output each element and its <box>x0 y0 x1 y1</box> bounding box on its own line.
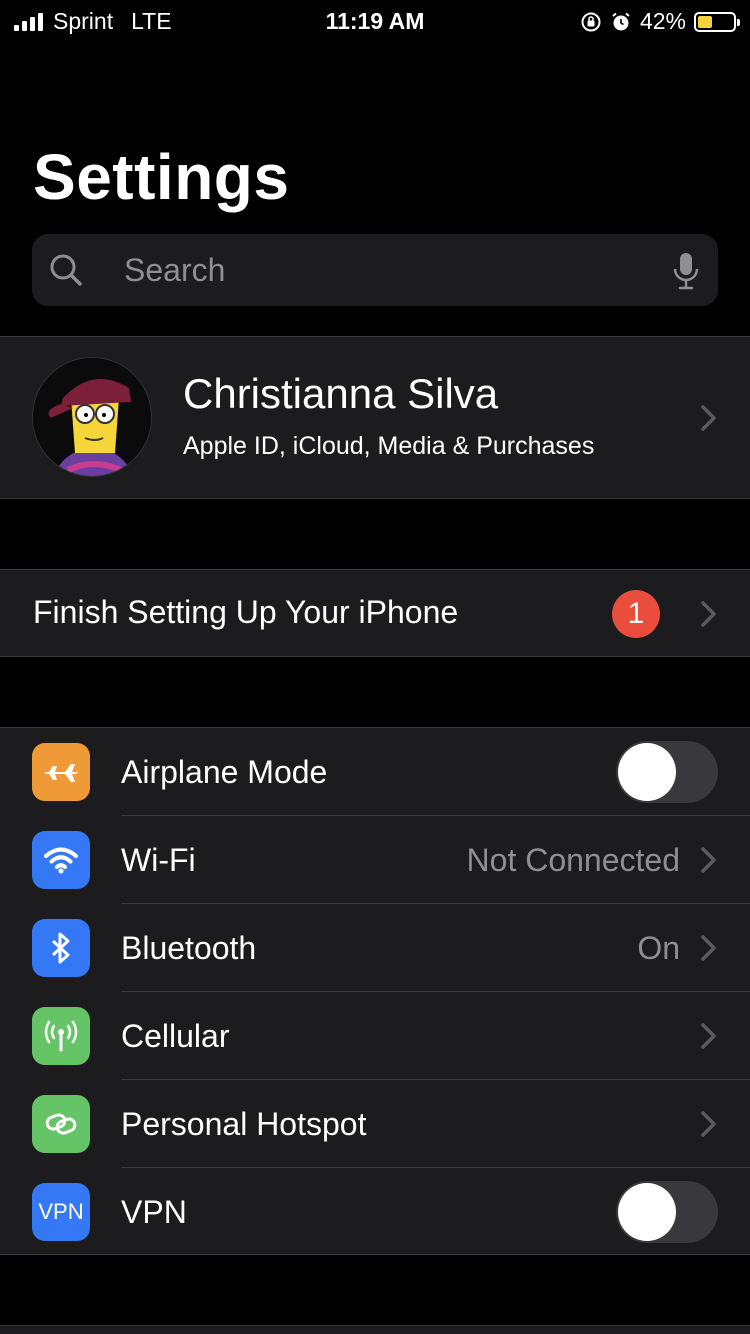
chevron-right-icon <box>701 601 716 627</box>
airplane-mode-row: Airplane Mode <box>0 728 750 816</box>
personal-hotspot-label: Personal Hotspot <box>121 1106 367 1142</box>
profile-name: Christianna Silva <box>183 370 499 417</box>
antenna-icon <box>32 1007 90 1065</box>
airplane-icon <box>32 743 90 801</box>
search-bar[interactable] <box>32 234 718 306</box>
vpn-label: VPN <box>121 1194 187 1230</box>
profile-subtitle: Apple ID, iCloud, Media & Purchases <box>183 432 595 460</box>
vpn-icon: VPN <box>32 1183 90 1241</box>
finish-setup-label: Finish Setting Up Your iPhone <box>33 594 459 630</box>
vpn-row: VPN VPN <box>0 1168 750 1256</box>
bluetooth-label: Bluetooth <box>121 930 257 966</box>
wifi-status: Not Connected <box>466 842 680 878</box>
chevron-right-icon <box>701 847 716 873</box>
toggle-knob <box>618 743 676 801</box>
search-icon <box>50 254 82 286</box>
airplane-mode-label: Airplane Mode <box>121 754 328 790</box>
next-group-edge <box>0 1325 750 1334</box>
page-title: Settings <box>33 141 290 213</box>
cellular-label: Cellular <box>121 1018 230 1054</box>
vpn-icon-text: VPN <box>38 1199 84 1224</box>
finish-setup-row[interactable]: Finish Setting Up Your iPhone 1 <box>0 569 750 657</box>
wifi-row[interactable]: Wi-Fi Not Connected <box>0 816 750 904</box>
personal-hotspot-row[interactable]: Personal Hotspot <box>0 1080 750 1168</box>
connectivity-group: Airplane Mode Wi-Fi Not Connected Blueto… <box>0 727 750 1255</box>
rotation-lock-icon <box>581 12 601 31</box>
avatar <box>32 357 152 477</box>
battery-percent: 42% <box>639 8 686 34</box>
microphone-icon[interactable] <box>672 251 700 291</box>
chevron-right-icon <box>701 935 716 961</box>
wifi-label: Wi-Fi <box>121 842 196 878</box>
airplane-mode-toggle[interactable] <box>616 741 718 803</box>
vpn-toggle[interactable] <box>616 1181 718 1243</box>
hotspot-icon <box>32 1095 90 1153</box>
chevron-right-icon <box>701 1111 716 1137</box>
notification-badge: 1 <box>612 590 660 638</box>
battery-fill <box>698 15 713 28</box>
cellular-row[interactable]: Cellular <box>0 992 750 1080</box>
wifi-icon <box>32 831 90 889</box>
bluetooth-row[interactable]: Bluetooth On <box>0 904 750 992</box>
status-bar: Sprint LTE 11:19 AM 42% <box>0 0 750 40</box>
search-input[interactable] <box>124 246 684 294</box>
chevron-right-icon <box>701 1023 716 1049</box>
toggle-knob <box>618 1183 676 1241</box>
bluetooth-icon <box>32 919 90 977</box>
status-right: 42% <box>580 8 740 35</box>
alarm-icon <box>612 12 630 30</box>
chevron-right-icon <box>701 405 716 431</box>
battery-icon <box>694 11 740 32</box>
bluetooth-status: On <box>637 930 680 966</box>
